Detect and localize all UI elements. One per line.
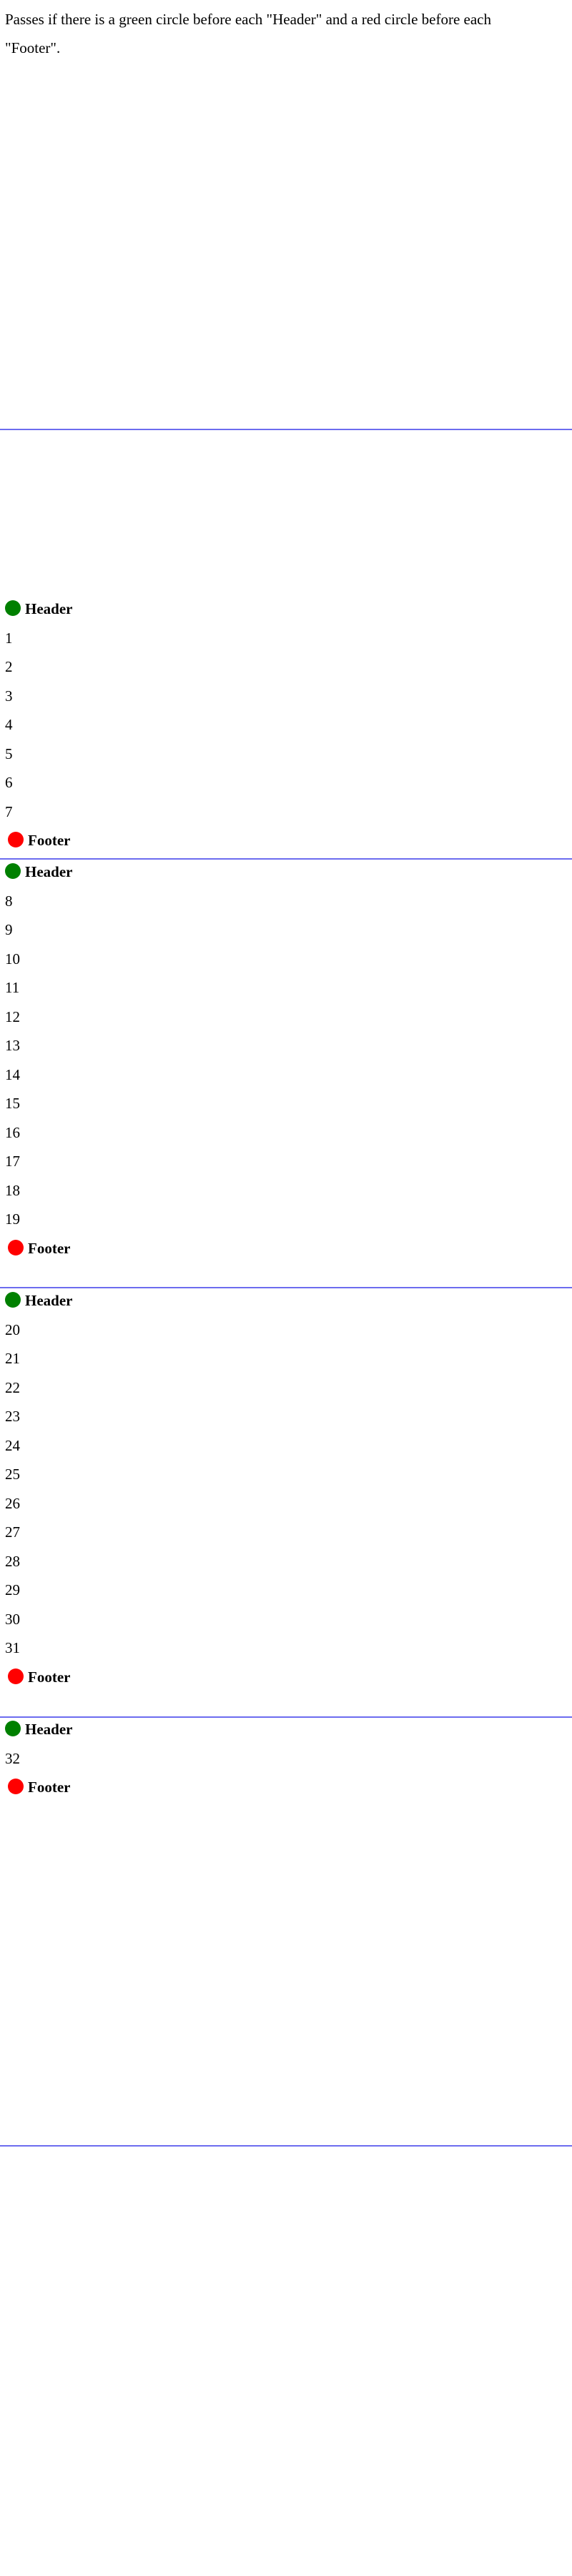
green-circle-icon — [5, 863, 21, 879]
list-item: 18 — [5, 1181, 20, 1199]
footer-row: Footer — [5, 1234, 70, 1263]
green-circle-icon — [5, 1721, 21, 1736]
header-label: Header — [25, 863, 73, 880]
list-item: 25 — [5, 1466, 20, 1483]
header-row: Header — [5, 1286, 72, 1315]
list-item: 3 — [5, 687, 13, 705]
footer-row: Footer — [5, 826, 70, 855]
list-item: 17 — [5, 1153, 20, 1170]
page-divider-line — [0, 429, 572, 430]
instructions-text: Passes if there is a green circle before… — [5, 11, 491, 56]
list-item: 19 — [5, 1210, 20, 1228]
list-item: 7 — [5, 802, 13, 820]
header-label: Header — [25, 600, 73, 617]
list-item: 21 — [5, 1350, 20, 1367]
list-item: 5 — [5, 745, 13, 762]
footer-label: Footer — [28, 1239, 71, 1257]
page-divider-line — [0, 2145, 572, 2147]
list-item: 27 — [5, 1523, 20, 1541]
list-item: 8 — [5, 892, 13, 910]
header-label: Header — [25, 1292, 73, 1309]
list-item: 29 — [5, 1581, 20, 1598]
list-item: 15 — [5, 1095, 20, 1112]
page-divider-line — [0, 1287, 572, 1288]
list-item: 9 — [5, 921, 13, 938]
footer-label: Footer — [28, 832, 71, 849]
green-circle-icon — [5, 1292, 21, 1308]
red-circle-icon — [8, 1668, 24, 1684]
list-item: 11 — [5, 979, 20, 996]
header-row: Header — [5, 595, 72, 623]
list-item: 22 — [5, 1378, 20, 1396]
list-item: 30 — [5, 1610, 20, 1628]
list-item: 24 — [5, 1436, 20, 1454]
list-item: 32 — [5, 1749, 20, 1767]
green-circle-icon — [5, 600, 21, 616]
footer-row: Footer — [5, 1773, 70, 1801]
list-item: 1 — [5, 629, 13, 647]
page-divider-line — [0, 1716, 572, 1718]
list-item: 12 — [5, 1008, 20, 1025]
list-item: 14 — [5, 1065, 20, 1083]
footer-label: Footer — [28, 1668, 71, 1686]
list-item: 2 — [5, 658, 13, 675]
footer-row: Footer — [5, 1663, 70, 1691]
header-label: Header — [25, 1721, 73, 1738]
page-divider-line — [0, 858, 572, 860]
list-item: 13 — [5, 1037, 20, 1054]
list-item: 20 — [5, 1321, 20, 1338]
list-item: 26 — [5, 1494, 20, 1512]
list-item: 4 — [5, 716, 13, 733]
list-item: 6 — [5, 774, 13, 791]
list-item: 10 — [5, 950, 20, 968]
list-item: 16 — [5, 1123, 20, 1141]
footer-label: Footer — [28, 1779, 71, 1796]
red-circle-icon — [8, 832, 24, 847]
red-circle-icon — [8, 1779, 24, 1794]
header-row: Header — [5, 1715, 72, 1744]
header-row: Header — [5, 857, 72, 886]
list-item: 23 — [5, 1408, 20, 1425]
red-circle-icon — [8, 1239, 24, 1255]
list-item: 31 — [5, 1639, 20, 1656]
list-item: 28 — [5, 1552, 20, 1570]
